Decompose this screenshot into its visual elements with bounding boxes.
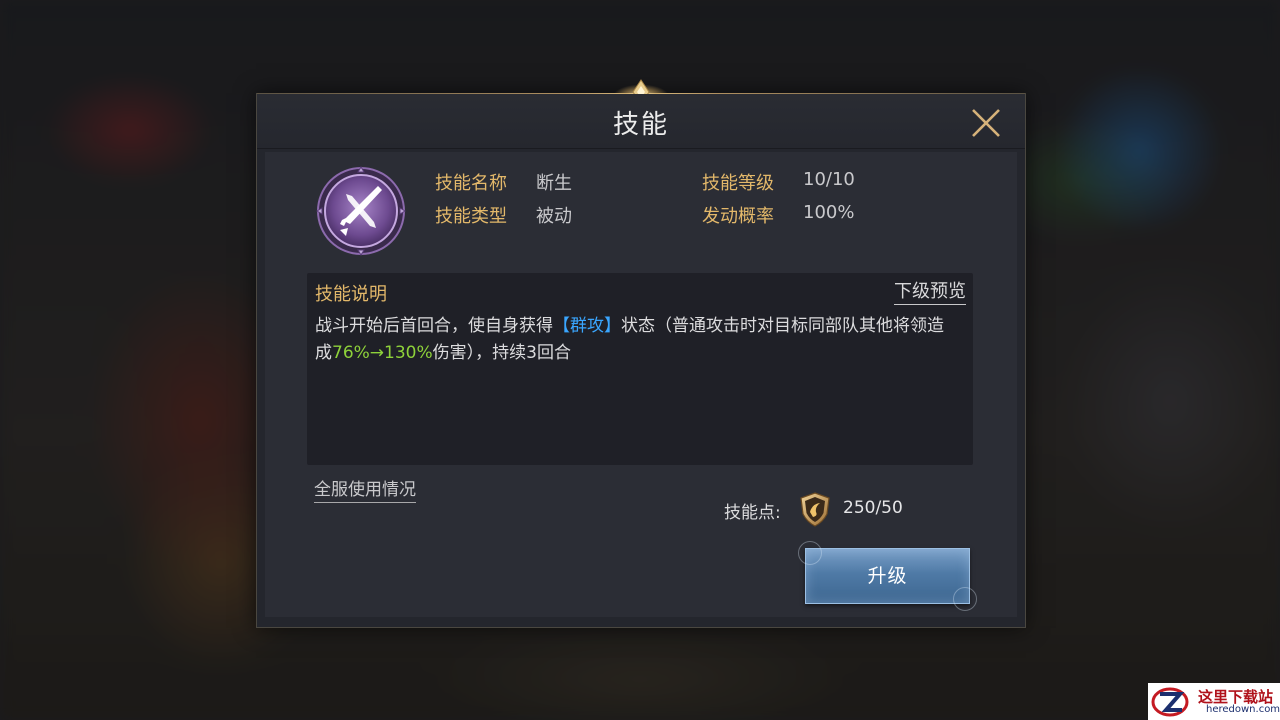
skill-rate-value: 100%	[803, 202, 855, 223]
skill-level-value: 10/10	[803, 169, 855, 190]
site-watermark: 这里下载站 heredown.com	[1148, 683, 1280, 720]
upgrade-button-label: 升级	[867, 565, 908, 587]
description-title: 技能说明	[315, 284, 387, 305]
skill-points-value: 250/50	[843, 498, 903, 518]
button-corner-ornament	[953, 587, 977, 611]
description-text: 战斗开始后首回合，使自身获得【群攻】状态（普通攻击时对目标同部队其他将领造成76…	[315, 313, 955, 367]
dialog-title: 技能	[612, 110, 669, 140]
description-text-part1: 战斗开始后首回合，使自身获得	[315, 316, 553, 336]
server-usage-link[interactable]: 全服使用情况	[314, 478, 416, 503]
description-values: 76%→130%	[332, 343, 433, 363]
description-keyword: 【群攻】	[553, 316, 621, 336]
watermark-en-text: heredown.com	[1206, 704, 1280, 715]
skill-name-label: 技能名称	[435, 173, 507, 194]
description-text-part3: 伤害），持续3回合	[432, 343, 571, 363]
crossed-swords-icon	[316, 166, 406, 256]
next-level-preview-link[interactable]: 下级预览	[894, 280, 966, 305]
skill-description-box: 技能说明 下级预览 战斗开始后首回合，使自身获得【群攻】状态（普通攻击时对目标同…	[307, 273, 973, 465]
skill-name-value: 断生	[536, 173, 572, 194]
upgrade-button[interactable]: 升级	[798, 541, 977, 611]
close-x-icon[interactable]	[969, 106, 1003, 140]
button-corner-ornament	[798, 541, 822, 565]
shield-emblem-icon	[800, 492, 830, 527]
skill-type-label: 技能类型	[435, 206, 507, 227]
skill-rate-label: 发动概率	[702, 206, 774, 227]
skill-points-label: 技能点:	[724, 503, 781, 523]
dialog-titlebar: 技能	[257, 94, 1025, 149]
skill-type-value: 被动	[536, 206, 572, 227]
site-logo-icon	[1151, 687, 1189, 717]
skill-level-label: 技能等级	[702, 173, 774, 194]
